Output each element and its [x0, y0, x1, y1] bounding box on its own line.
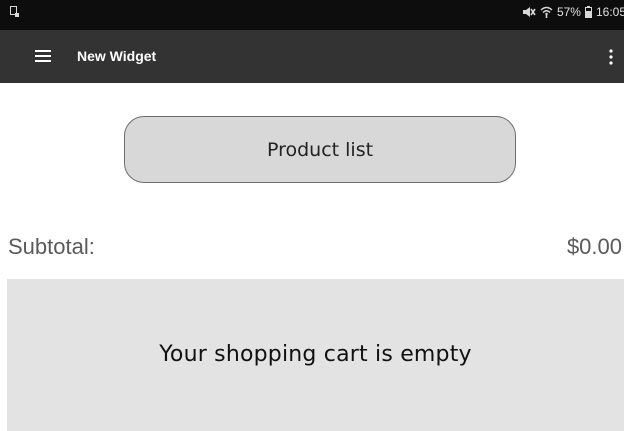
status-bar: 57% 16:05 — [0, 0, 624, 30]
wifi-icon — [540, 6, 553, 18]
menu-icon[interactable] — [35, 49, 51, 63]
app-bar: New Widget — [0, 30, 624, 83]
battery-icon — [584, 6, 592, 18]
app-title: New Widget — [77, 48, 157, 64]
product-list-button[interactable]: Product list — [124, 116, 516, 183]
overflow-menu-icon[interactable] — [606, 47, 616, 67]
cart-empty-message: Your shopping cart is empty — [159, 341, 472, 367]
screenshot-icon — [10, 6, 19, 17]
product-list-label: Product list — [266, 138, 374, 161]
battery-percent: 57% — [556, 5, 581, 19]
status-indicators: 57% 16:05 — [522, 4, 624, 20]
subtotal-value: $0.00 — [566, 234, 622, 259]
clock: 16:05 — [595, 5, 624, 19]
subtotal-label: Subtotal: — [8, 234, 95, 259]
cart-panel: Your shopping cart is empty — [7, 279, 624, 431]
mute-icon — [522, 7, 536, 17]
